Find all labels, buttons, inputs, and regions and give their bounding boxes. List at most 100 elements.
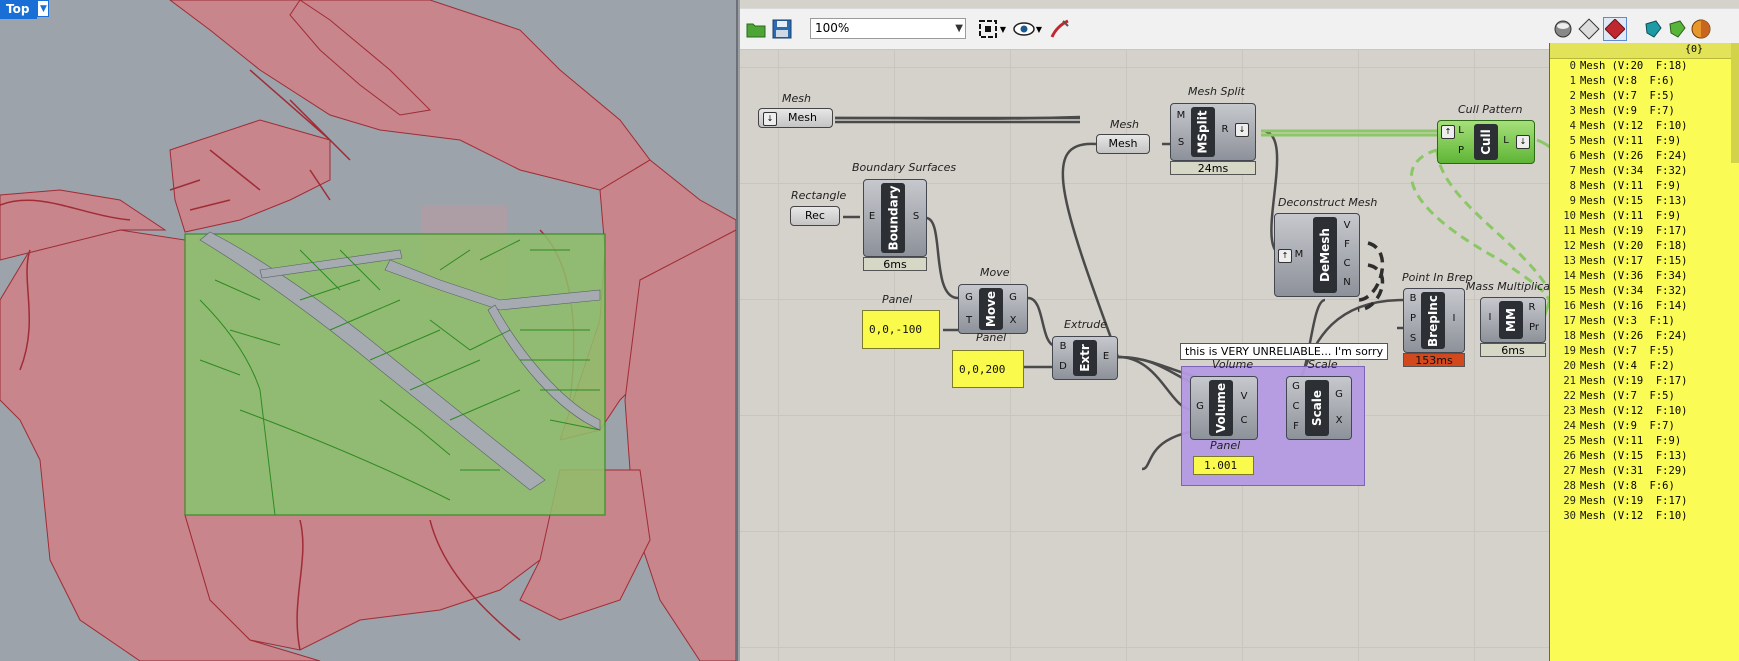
boundary-surfaces-component[interactable]: E Boundary S	[863, 179, 927, 257]
rectangle-label: Rec	[805, 209, 825, 222]
list-item-text: Mesh (V:12 F:10)	[1580, 120, 1688, 132]
pin-r[interactable]: R	[1219, 124, 1231, 135]
pin-g-in[interactable]: G	[963, 292, 975, 303]
scale-component[interactable]: G C F Scale G X	[1286, 376, 1352, 440]
pin-i-in[interactable]: I	[1484, 312, 1496, 323]
viewport-menu-arrow-icon[interactable]: ▼	[37, 0, 50, 17]
list-item-index: 0	[1569, 60, 1576, 72]
extrude-component[interactable]: B D Extr E	[1052, 336, 1118, 380]
pin-g-out[interactable]: G	[1333, 389, 1345, 400]
panel-offset-up[interactable]: 0,0,200	[952, 350, 1024, 388]
graft-icon[interactable]: ↑	[1278, 249, 1292, 263]
pin-m-in[interactable]: M	[1293, 249, 1305, 260]
pin-c[interactable]: C	[1341, 258, 1353, 269]
pin-s-in[interactable]: S	[1175, 137, 1187, 148]
list-item: 29 Mesh (V:19 F:17)	[1550, 494, 1739, 509]
list-item-text: Mesh (V:11 F:9)	[1580, 180, 1682, 192]
volume-component[interactable]: G Volume V C	[1190, 376, 1258, 440]
list-item-index: 23	[1563, 405, 1576, 417]
list-item-index: 18	[1563, 330, 1576, 342]
mesh-param-2[interactable]: Mesh	[1096, 134, 1150, 154]
list-item-text: Mesh (V:4 F:2)	[1580, 360, 1675, 372]
list-item: 25 Mesh (V:11 F:9)	[1550, 434, 1739, 449]
cull-pattern-component[interactable]: ↑ L P Cull L ↓	[1437, 120, 1535, 164]
pin-p-in[interactable]: P	[1407, 313, 1419, 324]
list-item: 0 Mesh (V:20 F:18)	[1550, 59, 1739, 74]
list-item: 22 Mesh (V:7 F:5)	[1550, 389, 1739, 404]
pin-x[interactable]: X	[1007, 315, 1019, 326]
pin-t[interactable]: T	[963, 315, 975, 326]
mass-multiplication-component[interactable]: I MM R Pr	[1480, 297, 1546, 343]
list-item-index: 12	[1563, 240, 1576, 252]
pin-g-in[interactable]: G	[1194, 401, 1206, 412]
list-item-text: Mesh (V:7 F:5)	[1580, 90, 1675, 102]
rhino-top-viewport[interactable]: Top ▼	[0, 0, 738, 661]
flatten-icon[interactable]: ↓	[1516, 135, 1530, 149]
panel1-title: Panel	[882, 293, 913, 306]
list-item-index: 25	[1563, 435, 1576, 447]
list-item-index: 11	[1563, 225, 1576, 237]
panel-offset-down[interactable]: 0,0,-100	[862, 310, 940, 349]
list-item: 14 Mesh (V:36 F:34)	[1550, 269, 1739, 284]
pin-l-in[interactable]: L	[1455, 125, 1467, 136]
mesh-split-title: Mesh Split	[1188, 85, 1245, 98]
viewport-name[interactable]: Top	[0, 0, 38, 19]
volume-core: Volume	[1209, 380, 1233, 436]
pin-i-out[interactable]: I	[1448, 313, 1460, 324]
rectangle-param[interactable]: Rec	[790, 206, 840, 226]
list-item-index: 29	[1563, 495, 1576, 507]
pin-n[interactable]: N	[1341, 277, 1353, 288]
pin-e[interactable]: E	[866, 211, 878, 222]
graft-icon[interactable]: ↑	[1441, 125, 1455, 139]
mesh-split-component[interactable]: M S MSplit R ↓	[1170, 103, 1256, 161]
param-arrow-icon: ↓	[763, 112, 777, 126]
output-list-panel[interactable]: {0} 0 Mesh (V:20 F:18) 1 Mesh (V:8 F:6) 2 Mes…	[1549, 43, 1739, 661]
pin-v-out[interactable]: V	[1238, 391, 1250, 402]
parcel-west-blocks	[169, 119, 331, 233]
pin-p[interactable]: P	[1455, 145, 1467, 156]
move-component[interactable]: G T Move G X	[958, 284, 1028, 334]
list-scrollbar[interactable]	[1731, 43, 1739, 163]
map-drawing	[0, 0, 736, 661]
pin-b-in[interactable]: B	[1407, 293, 1419, 304]
list-item-index: 19	[1563, 345, 1576, 357]
list-item-index: 27	[1563, 465, 1576, 477]
pin-c-in[interactable]: C	[1290, 401, 1302, 412]
flatten-icon[interactable]: ↓	[1235, 123, 1249, 137]
boundary-core: Boundary	[881, 183, 905, 253]
pin-pr[interactable]: Pr	[1526, 322, 1542, 333]
pin-l-out[interactable]: L	[1500, 135, 1512, 146]
list-item-text: Mesh (V:11 F:9)	[1580, 435, 1682, 447]
list-item: 1 Mesh (V:8 F:6)	[1550, 74, 1739, 89]
list-item-text: Mesh (V:16 F:14)	[1580, 300, 1688, 312]
point-in-brep-component[interactable]: B P S BrepInc I	[1403, 288, 1465, 353]
grasshopper-canvas[interactable]: 100% ▼ ▼ ▼ Mesh ↓ Mesh Rectangle Rec Bou…	[740, 0, 1739, 661]
pin-b[interactable]: B	[1057, 341, 1069, 352]
pin-d[interactable]: D	[1057, 361, 1069, 372]
pin-g-in[interactable]: G	[1290, 381, 1302, 392]
pin-c-out[interactable]: C	[1238, 415, 1250, 426]
pin-v[interactable]: V	[1341, 220, 1353, 231]
panel-scale-factor[interactable]: 1.001	[1193, 456, 1254, 475]
list-item-text: Mesh (V:34 F:32)	[1580, 285, 1688, 297]
list-item: 23 Mesh (V:12 F:10)	[1550, 404, 1739, 419]
pin-e-out[interactable]: E	[1100, 351, 1112, 362]
pin-m[interactable]: M	[1175, 110, 1187, 121]
cull-core: Cull	[1474, 124, 1498, 160]
pin-r-out[interactable]: R	[1526, 302, 1538, 313]
list-item: 2 Mesh (V:7 F:5)	[1550, 89, 1739, 104]
list-item-text: Mesh (V:17 F:15)	[1580, 255, 1688, 267]
pin-s-in[interactable]: S	[1407, 333, 1419, 344]
list-item: 11 Mesh (V:19 F:17)	[1550, 224, 1739, 239]
list-item-text: Mesh (V:9 F:7)	[1580, 105, 1675, 117]
viewport-label[interactable]: Top ▼	[0, 0, 50, 19]
list-item-text: Mesh (V:8 F:6)	[1580, 480, 1675, 492]
pin-f-in[interactable]: F	[1290, 421, 1302, 432]
pin-f[interactable]: F	[1341, 239, 1353, 250]
pin-x-out[interactable]: X	[1333, 415, 1345, 426]
mesh-param[interactable]: ↓ Mesh	[758, 108, 833, 128]
pin-s[interactable]: S	[910, 211, 922, 222]
pin-g-out[interactable]: G	[1007, 292, 1019, 303]
deconstruct-mesh-component[interactable]: ↑ M DeMesh V F C N	[1274, 213, 1360, 297]
list-item-text: Mesh (V:11 F:9)	[1580, 135, 1682, 147]
